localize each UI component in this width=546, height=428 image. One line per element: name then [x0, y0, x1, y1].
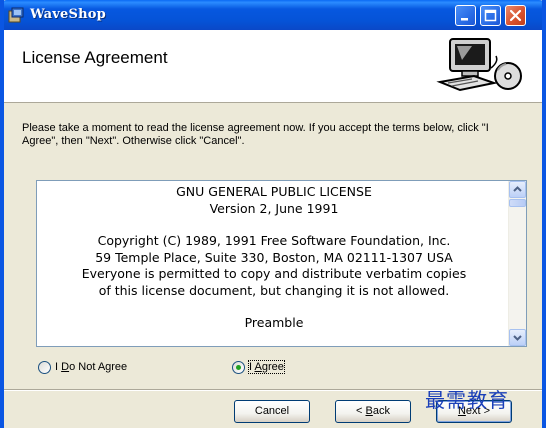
agree-label: I Agree	[248, 360, 285, 374]
license-line: Everyone is permitted to copy and distri…	[81, 266, 467, 281]
maximize-icon	[484, 9, 497, 22]
maximize-button[interactable]	[480, 5, 501, 26]
chevron-down-icon	[513, 335, 522, 341]
installer-icon	[8, 7, 24, 23]
page-title: License Agreement	[22, 48, 168, 67]
cancel-button[interactable]: Cancel	[234, 400, 310, 423]
license-text: GNU GENERAL PUBLIC LICENSE Version 2, Jun…	[37, 184, 511, 346]
chevron-up-icon	[513, 186, 522, 192]
minimize-button[interactable]	[455, 5, 476, 26]
license-line: 59 Temple Place, Suite 330, Boston, MA 0…	[95, 249, 453, 265]
radio-circle	[232, 361, 245, 374]
scroll-down-button[interactable]	[509, 329, 526, 346]
window-title: WaveShop	[30, 7, 106, 22]
vertical-scrollbar[interactable]	[508, 181, 526, 346]
installer-window: WaveShop License Agreement Please take a…	[0, 0, 546, 428]
wizard-header: License Agreement	[4, 30, 542, 103]
instructions-text: Please take a moment to read the license…	[22, 122, 489, 147]
license-line: Copyright (C) 1989, 1991 Free Software F…	[97, 233, 451, 248]
license-text-box[interactable]: GNU GENERAL PUBLIC LICENSE Version 2, Jun…	[36, 180, 527, 347]
computer-with-disc-icon	[436, 38, 522, 92]
minimize-icon	[461, 18, 468, 21]
license-paragraph: GNU GENERAL PUBLIC LICENSE Version 2, Jun…	[37, 184, 511, 217]
back-button[interactable]: < Back	[335, 400, 411, 423]
close-button[interactable]	[505, 5, 526, 26]
license-line: Version 2, June 1991	[209, 200, 339, 216]
license-paragraph: Preamble	[37, 315, 511, 332]
scroll-up-button[interactable]	[509, 181, 526, 198]
title-bar[interactable]: WaveShop	[4, 0, 542, 30]
close-icon	[509, 9, 522, 22]
radio-circle	[38, 361, 51, 374]
license-line: Preamble	[244, 315, 304, 330]
scroll-thumb[interactable]	[509, 199, 526, 207]
radio-selected-dot	[236, 365, 241, 370]
license-line: of this license document, but changing i…	[98, 282, 450, 298]
license-line: GNU GENERAL PUBLIC LICENSE	[176, 184, 372, 199]
watermark-text: 最需教育	[425, 388, 509, 412]
license-paragraph: Copyright (C) 1989, 1991 Free Software F…	[37, 233, 511, 299]
do-not-agree-label: I Do Not Agree	[55, 361, 128, 373]
